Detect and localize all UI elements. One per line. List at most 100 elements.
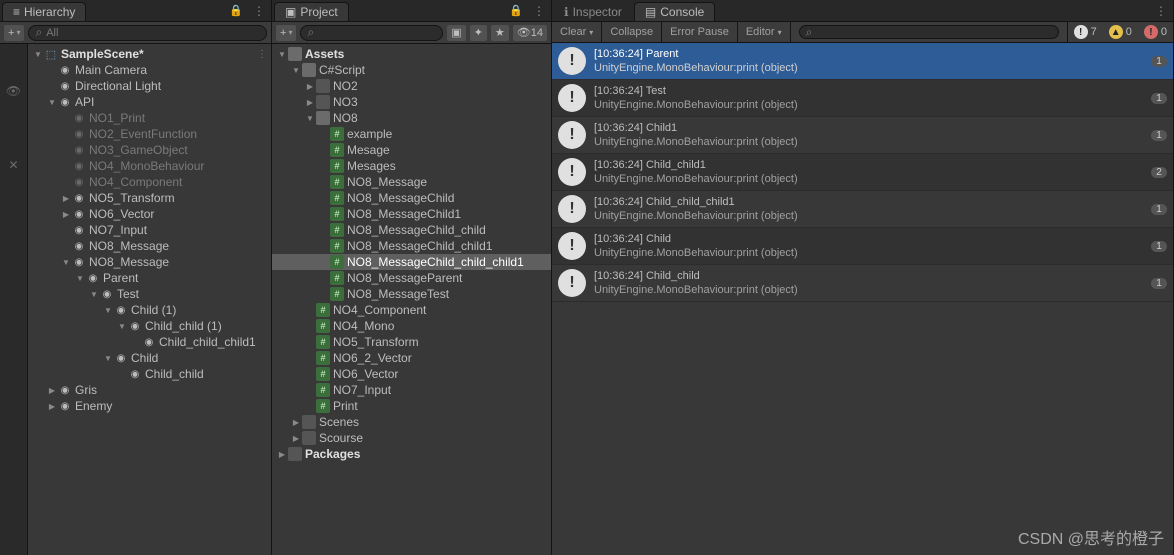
console-entry[interactable]: ![10:36:24] TestUnityEngine.MonoBehaviou… <box>552 80 1173 117</box>
hierarchy-item[interactable]: Parent <box>28 270 271 286</box>
hierarchy-item[interactable]: Directional Light <box>28 78 271 94</box>
project-item[interactable]: NO8_MessageChild_child <box>272 222 551 238</box>
project-item[interactable]: NO8 <box>272 110 551 126</box>
panel-menu-icon[interactable]: ⋮ <box>1149 4 1173 18</box>
project-item[interactable]: NO2 <box>272 78 551 94</box>
hierarchy-item[interactable]: NO6_Vector <box>28 206 271 222</box>
hierarchy-item[interactable]: Gris <box>28 382 271 398</box>
clear-button[interactable]: Clear ▾ <box>552 22 602 42</box>
project-item[interactable]: NO6_Vector <box>272 366 551 382</box>
log-icon: ! <box>558 269 586 297</box>
crossed-icon[interactable]: ✕ <box>8 158 18 172</box>
right-panel: ℹ Inspector ▤ Console ⋮ Clear ▾ Collapse… <box>552 0 1174 555</box>
hierarchy-item[interactable]: Child <box>28 350 271 366</box>
hidden-count[interactable]: 👁14 <box>513 25 547 41</box>
hierarchy-item[interactable]: NO8_Message <box>28 238 271 254</box>
project-item[interactable]: NO8_MessageChild_child_child1 <box>272 254 551 270</box>
hierarchy-item[interactable]: NO2_EventFunction <box>28 126 271 142</box>
hierarchy-search[interactable]: All <box>28 25 267 41</box>
project-item[interactable]: NO7_Input <box>272 382 551 398</box>
hierarchy-item[interactable]: API <box>28 94 271 110</box>
project-tab[interactable]: ▣ Project <box>274 2 349 21</box>
project-item[interactable]: NO4_Mono <box>272 318 551 334</box>
favorite-icon[interactable]: ★ <box>491 25 509 41</box>
project-item[interactable]: NO8_MessageTest <box>272 286 551 302</box>
panel-menu-icon[interactable]: ⋮ <box>527 4 551 18</box>
project-item[interactable]: NO6_2_Vector <box>272 350 551 366</box>
project-item[interactable]: NO8_MessageParent <box>272 270 551 286</box>
inspector-tab-label: Inspector <box>573 5 622 19</box>
project-toolbar: + ▣ ✦ ★ 👁14 <box>272 22 551 44</box>
project-item[interactable]: NO8_MessageChild <box>272 190 551 206</box>
hierarchy-item[interactable]: Child_child (1) <box>28 318 271 334</box>
console-tab[interactable]: ▤ Console <box>634 2 715 21</box>
hierarchy-tab[interactable]: ≡ Hierarchy <box>2 2 86 21</box>
console-entry[interactable]: ![10:36:24] Child_child1UnityEngine.Mono… <box>552 154 1173 191</box>
project-item[interactable]: C#Script <box>272 62 551 78</box>
project-panel: ▣ Project 🔒 ⋮ + ▣ ✦ ★ 👁14 AssetsC#Script… <box>272 0 552 555</box>
log-icon: ! <box>558 232 586 260</box>
hierarchy-panel: ≡ Hierarchy 🔒 ⋮ + All 👁 ✕ SampleScene*⋮M… <box>0 0 272 555</box>
collapse-button[interactable]: Collapse <box>602 22 662 42</box>
hierarchy-item[interactable]: Child_child_child1 <box>28 334 271 350</box>
hierarchy-item[interactable]: NO4_MonoBehaviour <box>28 158 271 174</box>
console-entry[interactable]: ![10:36:24] Child_child_child1UnityEngin… <box>552 191 1173 228</box>
project-tree[interactable]: AssetsC#ScriptNO2NO3NO8exampleMesageMesa… <box>272 44 551 555</box>
project-item[interactable]: NO5_Transform <box>272 334 551 350</box>
project-item[interactable]: Packages <box>272 446 551 462</box>
filter-icon[interactable]: ▣ <box>447 25 465 41</box>
inspector-tab[interactable]: ℹ Inspector <box>554 2 632 21</box>
hierarchy-tab-label: Hierarchy <box>24 5 75 19</box>
project-item[interactable]: Scenes <box>272 414 551 430</box>
eye-icon[interactable]: 👁 <box>6 84 21 98</box>
error-pause-button[interactable]: Error Pause <box>662 22 738 42</box>
hierarchy-item[interactable]: NO5_Transform <box>28 190 271 206</box>
project-item[interactable]: NO8_Message <box>272 174 551 190</box>
project-item[interactable]: Print <box>272 398 551 414</box>
editor-dropdown[interactable]: Editor ▾ <box>738 22 791 42</box>
project-item[interactable]: NO8_MessageChild1 <box>272 206 551 222</box>
console-entry[interactable]: ![10:36:24] ChildUnityEngine.MonoBehavio… <box>552 228 1173 265</box>
lock-icon[interactable]: 🔒 <box>505 4 527 17</box>
info-count[interactable]: !7 <box>1068 25 1103 39</box>
folder-icon: ▣ <box>285 5 296 19</box>
hierarchy-item[interactable]: Child (1) <box>28 302 271 318</box>
scene-row[interactable]: SampleScene*⋮ <box>28 46 271 62</box>
panel-menu-icon[interactable]: ⋮ <box>247 4 271 18</box>
project-tab-label: Project <box>300 5 337 19</box>
project-item[interactable]: NO8_MessageChild_child1 <box>272 238 551 254</box>
entry-count: 1 <box>1151 93 1167 104</box>
console-entry[interactable]: ![10:36:24] Child1UnityEngine.MonoBehavi… <box>552 117 1173 154</box>
hierarchy-item[interactable]: Child_child <box>28 366 271 382</box>
hierarchy-item[interactable]: NO4_Component <box>28 174 271 190</box>
project-item[interactable]: NO3 <box>272 94 551 110</box>
hierarchy-item[interactable]: Enemy <box>28 398 271 414</box>
project-item[interactable]: Mesages <box>272 158 551 174</box>
entry-count: 1 <box>1151 278 1167 289</box>
warn-count[interactable]: ▲0 <box>1103 25 1138 39</box>
create-dropdown[interactable]: + <box>4 25 24 41</box>
hierarchy-item[interactable]: NO1_Print <box>28 110 271 126</box>
hierarchy-item[interactable]: Main Camera <box>28 62 271 78</box>
entry-count: 2 <box>1151 167 1167 178</box>
hierarchy-item[interactable]: NO8_Message <box>28 254 271 270</box>
project-item[interactable]: Assets <box>272 46 551 62</box>
project-item[interactable]: NO4_Component <box>272 302 551 318</box>
hierarchy-item[interactable]: NO3_GameObject <box>28 142 271 158</box>
create-dropdown[interactable]: + <box>276 25 296 41</box>
filter2-icon[interactable]: ✦ <box>470 25 487 41</box>
error-count[interactable]: !0 <box>1138 25 1173 39</box>
project-item[interactable]: Mesage <box>272 142 551 158</box>
hierarchy-item[interactable]: Test <box>28 286 271 302</box>
project-item[interactable]: example <box>272 126 551 142</box>
info-icon: ℹ <box>564 5 569 19</box>
console-list[interactable]: ![10:36:24] ParentUnityEngine.MonoBehavi… <box>552 43 1173 555</box>
project-search[interactable] <box>300 25 443 41</box>
hierarchy-item[interactable]: NO7_Input <box>28 222 271 238</box>
project-item[interactable]: Scourse <box>272 430 551 446</box>
console-search[interactable] <box>799 25 1059 39</box>
console-entry[interactable]: ![10:36:24] ParentUnityEngine.MonoBehavi… <box>552 43 1173 80</box>
hierarchy-tree[interactable]: SampleScene*⋮Main CameraDirectional Ligh… <box>28 44 271 555</box>
console-entry[interactable]: ![10:36:24] Child_childUnityEngine.MonoB… <box>552 265 1173 302</box>
lock-icon[interactable]: 🔒 <box>225 4 247 17</box>
